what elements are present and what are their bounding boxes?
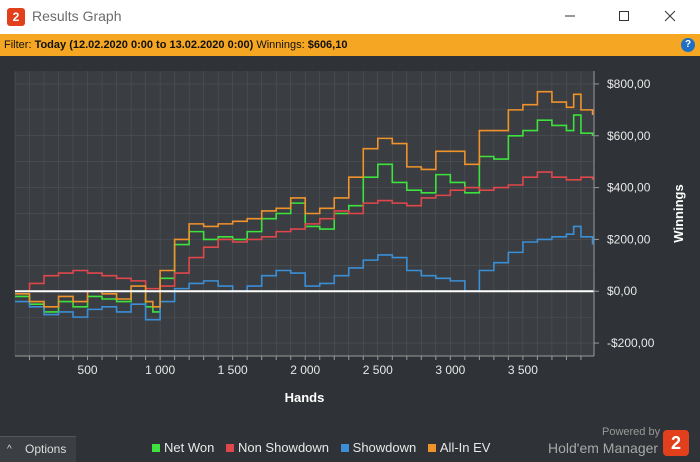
legend-label: Net Won (164, 440, 215, 455)
y-tick-label: $800,00 (607, 77, 651, 91)
options-label: Options (25, 442, 67, 456)
window-title: Results Graph (32, 8, 122, 24)
x-axis-title: Hands (285, 390, 325, 405)
close-icon (664, 10, 676, 22)
maximize-icon (619, 11, 629, 21)
results-chart: $800,00 $600,00 $400,00 $200,00 $0,00 -$200,0… (14, 71, 686, 405)
y-tick-label: $600,00 (607, 129, 651, 143)
y-tick-label: $400,00 (607, 181, 651, 195)
winnings-value: $606,10 (307, 39, 348, 51)
legend-swatch (152, 443, 160, 452)
legend-label: Non Showdown (237, 440, 330, 455)
legend-item-allin-ev[interactable]: All-In EV (427, 440, 491, 455)
y-tick-label: $0,00 (607, 284, 637, 298)
legend-swatch (427, 443, 436, 452)
x-tick-label: 2 000 (290, 363, 320, 377)
winnings-label: Winnings: (256, 39, 305, 51)
y-tick-label: $200,00 (607, 232, 651, 246)
hm-logo-icon: 2 (663, 430, 689, 456)
filter-prefix: Filter: (4, 39, 32, 51)
x-tick-label: 2 500 (363, 363, 393, 377)
legend-item-net-won[interactable]: Net Won (152, 440, 214, 455)
x-tick-label: 1 500 (218, 363, 248, 377)
app-logo-icon: 2 (7, 8, 25, 26)
brand-name: Hold'em Manager (548, 440, 659, 456)
legend-swatch (340, 443, 349, 452)
legend: Net Won Non Showdown Showdown All-In EV (152, 440, 498, 455)
x-tick-label: 500 (78, 363, 98, 377)
legend-label: Showdown (352, 440, 417, 455)
filter-bar: Filter: Today (12.02.2020 0:00 to 13.02.… (0, 34, 700, 56)
powered-by-label: Powered by (602, 426, 661, 438)
y-axis: $800,00 $600,00 $400,00 $200,00 $0,00 -$200,0… (593, 71, 655, 356)
legend-label: All-In EV (439, 440, 491, 455)
x-axis: 500 1 000 1 500 2 000 2 500 3 000 3 500 (15, 355, 594, 377)
minimize-button[interactable] (550, 4, 590, 30)
title-bar: 2 Results Graph (0, 0, 700, 34)
y-tick-label: -$200,00 (607, 336, 655, 350)
legend-swatch (225, 443, 234, 452)
x-tick-label: 3 500 (508, 363, 538, 377)
close-button[interactable] (650, 4, 690, 30)
legend-item-showdown[interactable]: Showdown (340, 440, 417, 455)
filter-value[interactable]: Today (12.02.2020 0:00 to 13.02.2020 0:0… (35, 39, 254, 51)
y-axis-title: Winnings (671, 184, 686, 242)
options-button[interactable]: ^ Options (0, 436, 76, 462)
minimize-icon (565, 15, 575, 17)
x-tick-label: 1 000 (145, 363, 175, 377)
maximize-button[interactable] (604, 4, 644, 30)
x-tick-label: 3 000 (435, 363, 465, 377)
chevron-up-icon: ^ (7, 444, 12, 455)
help-icon[interactable]: ? (681, 38, 695, 52)
legend-item-non-showdown[interactable]: Non Showdown (225, 440, 330, 455)
